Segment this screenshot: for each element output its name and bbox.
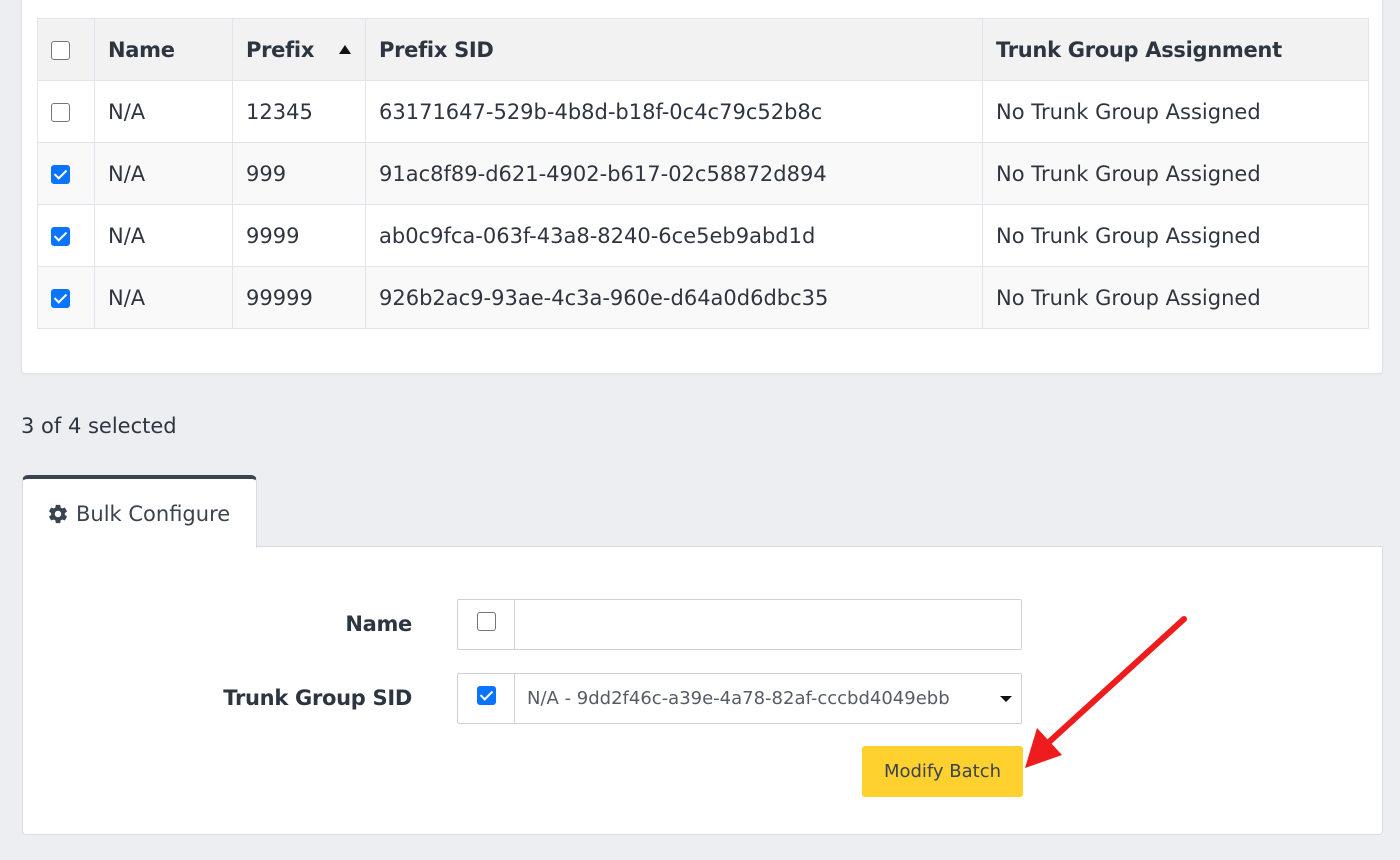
row-select-cell	[37, 204, 95, 267]
sort-ascending-icon	[339, 45, 351, 54]
table-row[interactable]: N/A 99999 926b2ac9-93ae-4c3a-960e-d64a0d…	[37, 266, 1369, 329]
select-all-cell	[37, 18, 95, 81]
modify-batch-button[interactable]: Modify Batch	[862, 746, 1023, 797]
prefix-table-card: Name Prefix Prefix SID Trunk Group Assig…	[21, 0, 1383, 374]
row-prefix: 999	[232, 142, 366, 205]
gear-icon	[49, 504, 67, 523]
row-prefix: 12345	[232, 80, 366, 143]
row-trunk-group: No Trunk Group Assigned	[982, 142, 1369, 205]
tab-bulk-configure-label: Bulk Configure	[76, 501, 231, 526]
trunk-group-sid-label: Trunk Group SID	[223, 686, 412, 710]
row-select-cell	[37, 80, 95, 143]
row-name: N/A	[94, 266, 233, 329]
row-select-cell	[37, 266, 95, 329]
row-name: N/A	[94, 142, 233, 205]
table-header-row: Name Prefix Prefix SID Trunk Group Assig…	[37, 18, 1369, 81]
row-checkbox[interactable]	[51, 227, 70, 246]
name-enable-checkbox[interactable]	[476, 612, 496, 631]
table-row[interactable]: N/A 999 91ac8f89-d621-4902-b617-02c58872…	[37, 142, 1369, 205]
table-row[interactable]: N/A 9999 ab0c9fca-063f-43a8-8240-6ce5eb9…	[37, 204, 1369, 267]
row-prefix-sid: 63171647-529b-4b8d-b18f-0c4c79c52b8c	[365, 80, 983, 143]
trunk-group-select-value: N/A - 9dd2f46c-a39e-4a78-82af-cccbd4049e…	[527, 688, 950, 709]
column-header-prefix-label: Prefix	[246, 37, 315, 62]
column-header-name[interactable]: Name	[94, 18, 233, 81]
row-trunk-group: No Trunk Group Assigned	[982, 266, 1369, 329]
row-checkbox[interactable]	[51, 289, 70, 308]
column-header-trunk-group[interactable]: Trunk Group Assignment	[982, 18, 1369, 81]
name-input[interactable]	[515, 600, 1021, 649]
table-row[interactable]: N/A 12345 63171647-529b-4b8d-b18f-0c4c79…	[37, 80, 1369, 143]
select-all-checkbox[interactable]	[51, 41, 70, 60]
row-prefix-sid: ab0c9fca-063f-43a8-8240-6ce5eb9abd1d	[365, 204, 983, 267]
row-prefix: 99999	[232, 266, 366, 329]
trunk-group-enable-checkbox[interactable]	[476, 686, 496, 705]
column-header-prefix-sid[interactable]: Prefix SID	[365, 18, 983, 81]
row-prefix-sid: 91ac8f89-d621-4902-b617-02c58872d894	[365, 142, 983, 205]
row-trunk-group: No Trunk Group Assigned	[982, 80, 1369, 143]
row-trunk-group: No Trunk Group Assigned	[982, 204, 1369, 267]
row-select-cell	[37, 142, 95, 205]
trunk-group-enable-addon	[458, 674, 515, 723]
trunk-group-select[interactable]: N/A - 9dd2f46c-a39e-4a78-82af-cccbd4049e…	[515, 674, 1021, 723]
row-name: N/A	[94, 80, 233, 143]
row-prefix: 9999	[232, 204, 366, 267]
selection-count: 3 of 4 selected	[21, 414, 177, 438]
trunk-group-input-group: N/A - 9dd2f46c-a39e-4a78-82af-cccbd4049e…	[457, 673, 1022, 724]
row-checkbox[interactable]	[51, 103, 70, 122]
name-input-group	[457, 599, 1022, 650]
row-checkbox[interactable]	[51, 165, 70, 184]
name-enable-addon	[458, 600, 515, 649]
name-field-label: Name	[345, 612, 412, 636]
row-name: N/A	[94, 204, 233, 267]
column-header-prefix[interactable]: Prefix	[232, 18, 366, 81]
prefix-table: Name Prefix Prefix SID Trunk Group Assig…	[37, 18, 1369, 329]
caret-down-icon	[1000, 696, 1012, 702]
row-prefix-sid: 926b2ac9-93ae-4c3a-960e-d64a0d6dbc35	[365, 266, 983, 329]
tab-bulk-configure[interactable]: Bulk Configure	[22, 475, 257, 548]
